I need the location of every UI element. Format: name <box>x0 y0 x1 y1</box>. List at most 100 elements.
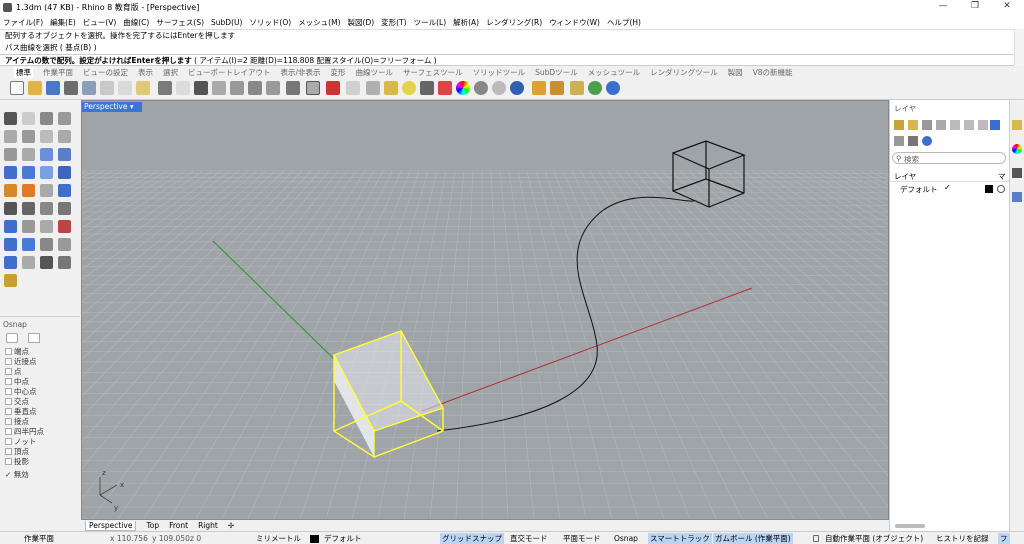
sphere-icon[interactable] <box>22 166 35 179</box>
layer-help-icon[interactable] <box>922 136 932 146</box>
menu-curve[interactable]: 曲線(C) <box>123 17 149 28</box>
layer-table-icon[interactable] <box>894 136 904 146</box>
rotate-icon[interactable] <box>40 220 53 233</box>
planar-toggle[interactable]: 平面モード <box>563 533 601 544</box>
curve-icon[interactable] <box>58 112 71 125</box>
rectangle-icon[interactable] <box>58 130 71 143</box>
delete-layer-icon[interactable] <box>922 120 932 130</box>
help-icon[interactable] <box>606 81 620 95</box>
lock-icon[interactable] <box>420 81 434 95</box>
tab-curve-tools[interactable]: 曲線ツール <box>356 67 394 78</box>
loft-icon[interactable] <box>58 148 71 161</box>
ellipse-icon[interactable] <box>40 130 53 143</box>
rendered-icon[interactable] <box>492 81 506 95</box>
properties-panel-icon[interactable] <box>1012 144 1022 154</box>
box-icon[interactable] <box>4 166 17 179</box>
move-icon[interactable] <box>22 220 35 233</box>
zoom-extents-icon[interactable] <box>248 81 262 95</box>
render-panel-icon[interactable] <box>1012 192 1022 202</box>
point-tool-icon[interactable] <box>22 112 35 125</box>
status-layer[interactable]: デフォルト <box>324 533 362 544</box>
analyze-icon[interactable] <box>40 256 53 269</box>
pan-hand-icon[interactable] <box>176 81 190 95</box>
select-arrow-icon[interactable] <box>4 112 17 125</box>
command-scrollbar[interactable] <box>1014 29 1024 66</box>
print-icon[interactable] <box>64 81 78 95</box>
block-icon[interactable] <box>22 256 35 269</box>
gumball-toggle[interactable]: ガムボール (作業平面) <box>713 533 793 544</box>
surface-icon[interactable] <box>40 148 53 161</box>
boolean-icon[interactable] <box>40 184 53 197</box>
layer-color-swatch[interactable] <box>985 185 993 193</box>
array-icon[interactable] <box>22 238 35 251</box>
zoom-window-icon[interactable] <box>230 81 244 95</box>
fillet-icon[interactable] <box>22 148 35 161</box>
tab-transform[interactable]: 変形 <box>331 67 346 78</box>
tab-perspective[interactable]: Perspective <box>85 520 137 531</box>
layer-panel-scrollbar[interactable] <box>895 524 925 528</box>
toolbox-icon[interactable] <box>570 81 584 95</box>
globe-icon[interactable] <box>588 81 602 95</box>
status-cplane[interactable]: 作業平面 <box>24 533 54 544</box>
mesh-icon[interactable] <box>4 184 17 197</box>
menu-dimension[interactable]: 製図(D) <box>348 17 375 28</box>
osnap-filter-icon[interactable] <box>28 333 40 343</box>
select-all-icon[interactable] <box>346 81 360 95</box>
display-panel-icon[interactable] <box>1012 168 1022 178</box>
tab-set-view[interactable]: ビューの設定 <box>83 67 128 78</box>
command-line[interactable]: アイテムの数で配列。設定がよければEnterを押します ( アイテム(I)=2 … <box>0 54 1014 66</box>
filter-icon[interactable] <box>990 120 1000 130</box>
layer-row-default[interactable]: デフォルト ✓ <box>890 183 1009 195</box>
grid-snap-toggle[interactable]: グリッドスナップ <box>440 533 504 544</box>
filter-toggle[interactable]: フ <box>998 533 1010 544</box>
explode-icon[interactable] <box>58 238 71 251</box>
ortho-toggle[interactable]: 直交モード <box>510 533 548 544</box>
osnap-settings-icon[interactable] <box>6 333 18 343</box>
menu-analyze[interactable]: 解析(A) <box>453 17 479 28</box>
add-viewport-icon[interactable]: ✢ <box>228 521 234 530</box>
menu-solid[interactable]: ソリッド(O) <box>249 17 291 28</box>
layer-icon[interactable] <box>438 81 452 95</box>
viewport-layout-icon[interactable] <box>306 81 320 95</box>
light-bulb-icon[interactable] <box>402 81 416 95</box>
dimension-icon[interactable] <box>58 184 71 197</box>
array-grid-icon[interactable] <box>40 238 53 251</box>
close-button[interactable]: ✕ <box>992 1 1022 11</box>
tab-solid-tools[interactable]: ソリッドツール <box>473 67 526 78</box>
osnap-toggle[interactable]: Osnap <box>614 533 638 544</box>
undo-view-icon[interactable] <box>286 81 300 95</box>
smarttrack-toggle[interactable]: スマートトラック <box>648 533 712 544</box>
perspective-viewport[interactable]: x z y <box>0 100 1024 520</box>
curve-from-object-icon[interactable] <box>4 274 17 287</box>
new-layer-icon[interactable] <box>894 120 904 130</box>
viewport-title[interactable]: Perspective ▾ <box>82 102 142 112</box>
rotate-view-icon[interactable] <box>194 81 208 95</box>
circle-icon[interactable] <box>4 130 17 143</box>
undo-icon[interactable] <box>158 81 172 95</box>
cut-icon[interactable] <box>100 81 114 95</box>
layer-material-icon[interactable] <box>997 185 1005 193</box>
layer-move-icon[interactable] <box>936 120 946 130</box>
osnap-item[interactable]: 投影 <box>5 456 29 467</box>
tab-render-tools[interactable]: レンダリングツール <box>650 67 718 78</box>
menu-mesh[interactable]: メッシュ(M) <box>298 17 340 28</box>
auto-cplane-toggle[interactable]: 自動作業平面 (オブジェクト) <box>825 533 923 544</box>
tab-visibility[interactable]: 表示/非表示 <box>281 67 321 78</box>
copy-icon[interactable] <box>118 81 132 95</box>
save-icon[interactable] <box>46 81 60 95</box>
polygon-icon[interactable] <box>4 148 17 161</box>
polyline-icon[interactable] <box>40 112 53 125</box>
menu-transform[interactable]: 変形(T) <box>381 17 406 28</box>
render-icon[interactable] <box>510 81 524 95</box>
shade-icon[interactable] <box>474 81 488 95</box>
new-file-icon[interactable] <box>10 81 24 95</box>
maximize-button[interactable]: ❐ <box>960 1 990 11</box>
new-sublayer-icon[interactable] <box>908 120 918 130</box>
trim-icon[interactable] <box>40 202 53 215</box>
options-icon[interactable] <box>532 81 546 95</box>
lock-status-icon[interactable] <box>813 535 819 542</box>
car-render-icon[interactable] <box>326 81 340 95</box>
osnap-disable[interactable]: ✓ 無効 <box>5 469 29 480</box>
text-icon[interactable] <box>4 220 17 233</box>
group-icon[interactable] <box>4 256 17 269</box>
